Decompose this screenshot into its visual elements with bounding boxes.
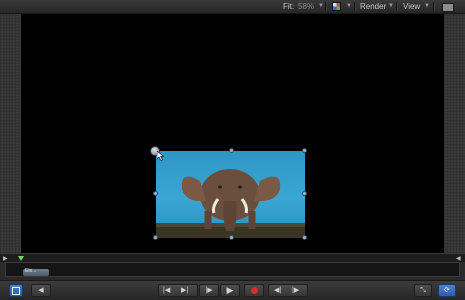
- clip-label: Ele...: [25, 268, 37, 274]
- play-range-end-icon[interactable]: ◀: [456, 255, 461, 262]
- triangle-left-icon: ◀: [38, 287, 44, 294]
- zoom-dropdown-arrow-icon[interactable]: ▼: [318, 0, 324, 13]
- view-menu[interactable]: View: [403, 0, 420, 13]
- transform-handle-bottom-left[interactable]: [153, 235, 158, 240]
- timeline-clip[interactable]: Ele...: [23, 268, 49, 276]
- elephant-image-layer[interactable]: [156, 151, 305, 238]
- toolbar-divider: [396, 2, 398, 11]
- step-icon: |▶: [205, 287, 213, 294]
- record-icon: [250, 287, 258, 294]
- mini-timeline[interactable]: Ele...: [5, 262, 460, 277]
- time-ruler[interactable]: ▶ ◀: [0, 253, 465, 262]
- zoom-fit-label: Fit:: [283, 2, 295, 11]
- playhead[interactable]: [18, 256, 24, 261]
- pointer-cursor-icon: [157, 151, 165, 161]
- go-start-end-group: |◀ ▶|: [158, 284, 198, 297]
- view-dropdown-arrow-icon[interactable]: ▼: [424, 0, 430, 13]
- render-dropdown-arrow-icon[interactable]: ▼: [388, 0, 394, 13]
- toolbar-divider: [325, 2, 327, 11]
- render-menu[interactable]: Render: [360, 0, 386, 13]
- keyframe-nav-group: ◀| |▶: [268, 284, 308, 297]
- step-back-button[interactable]: |▶: [199, 284, 219, 297]
- go-to-end-icon[interactable]: ▶|: [181, 285, 188, 296]
- transform-handle-bottom-right[interactable]: [302, 235, 307, 240]
- layout-icon[interactable]: [442, 3, 454, 12]
- prev-keyframe-icon[interactable]: ◀|: [274, 285, 281, 296]
- toolbar-divider: [433, 2, 435, 11]
- play-button[interactable]: ▶: [220, 284, 240, 297]
- transform-handle-right[interactable]: [302, 191, 307, 196]
- transform-handle-bottom[interactable]: [229, 235, 234, 240]
- channels-dropdown-arrow-icon[interactable]: ▼: [346, 0, 352, 13]
- color-channels-icon[interactable]: [332, 2, 341, 11]
- loop-icon: ⟳: [444, 287, 450, 294]
- show-hide-timing-button[interactable]: [9, 284, 23, 297]
- play-icon: ▶: [226, 285, 234, 295]
- loop-button[interactable]: ⟳: [438, 284, 456, 297]
- timing-pane-icon: [12, 287, 20, 295]
- canvas-frame-right: [444, 14, 465, 253]
- play-range-start-icon[interactable]: ▶: [3, 255, 8, 262]
- toolbar-divider: [354, 2, 356, 11]
- fullscreen-button[interactable]: ⤡: [414, 284, 432, 297]
- transport-bar: ◀ |◀ ▶| |▶ ▶ ◀| |▶ ⤡ ⟳: [0, 280, 465, 300]
- go-to-start-icon[interactable]: |◀: [163, 285, 170, 296]
- zoom-fit-value[interactable]: 58%: [298, 0, 314, 13]
- collapse-panel-button[interactable]: ◀: [31, 284, 51, 297]
- transform-handle-top-right[interactable]: [302, 148, 307, 153]
- next-keyframe-icon[interactable]: |▶: [292, 285, 299, 296]
- transform-handle-top[interactable]: [229, 148, 234, 153]
- transform-handle-left[interactable]: [153, 191, 158, 196]
- elephant-illustration: [156, 169, 305, 238]
- canvas-toolbar: Fit: 58% ▼ ▼ Render ▼ View ▼: [0, 0, 465, 14]
- record-button[interactable]: [244, 284, 264, 297]
- canvas-frame-left: [0, 14, 21, 253]
- fullscreen-icon: ⤡: [420, 287, 426, 294]
